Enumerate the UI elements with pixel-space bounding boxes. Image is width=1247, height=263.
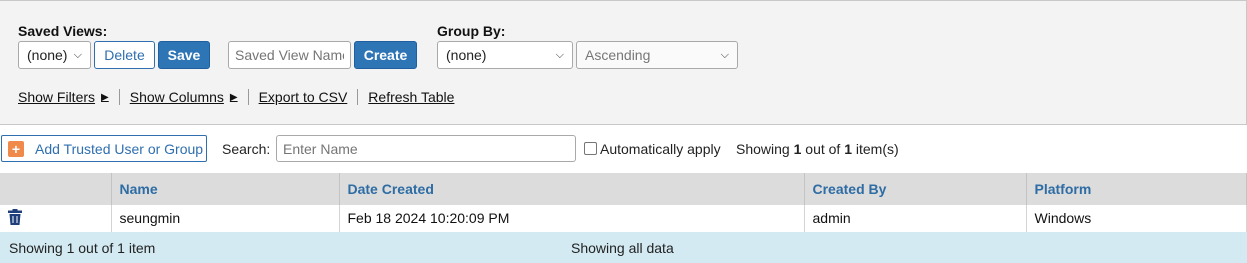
saved-view-name-input[interactable] — [228, 41, 351, 69]
group-by-label: Group By: — [437, 23, 506, 39]
saved-views-label: Saved Views: — [18, 23, 108, 39]
table-footer: Showing 1 out of 1 item Showing all data — [0, 232, 1247, 263]
column-header-platform[interactable]: Platform — [1026, 173, 1247, 205]
table-toolbar: + Add Trusted User or Group Search: Auto… — [0, 135, 1247, 163]
export-csv-link[interactable]: Export to CSV — [259, 89, 348, 105]
chevron-down-icon: ⌵ — [73, 48, 82, 61]
trusted-users-table: Name Date Created Created By Platform se… — [0, 173, 1247, 233]
cell-date-created: Feb 18 2024 10:20:09 PM — [339, 205, 805, 233]
divider — [357, 89, 359, 105]
table-row: seungmin Feb 18 2024 10:20:09 PM admin W… — [0, 205, 1247, 233]
search-input[interactable] — [276, 135, 576, 162]
cell-created-by: admin — [804, 205, 1027, 233]
item-count-mid: out of — [805, 141, 841, 157]
show-columns-link[interactable]: Show Columns ▶ — [130, 89, 238, 105]
divider — [118, 89, 120, 105]
table-actions: Show Filters ▶ Show Columns ▶ Export to … — [18, 88, 454, 106]
search-label: Search: — [222, 141, 271, 157]
sort-order-select-value: Ascending — [585, 47, 651, 63]
chevron-down-icon: ⌵ — [555, 48, 564, 61]
show-filters-link[interactable]: Show Filters ▶ — [18, 89, 109, 105]
cell-name: seungmin — [111, 205, 340, 233]
column-header-created-by[interactable]: Created By — [804, 173, 1027, 205]
show-columns-label: Show Columns — [129, 89, 224, 105]
item-count-prefix: Showing — [736, 141, 790, 157]
table-header-row: Name Date Created Created By Platform — [0, 173, 1247, 205]
saved-views-select-value: (none) — [27, 47, 68, 63]
plus-icon: + — [8, 140, 24, 157]
add-trusted-user-button[interactable]: + Add Trusted User or Group — [1, 135, 207, 162]
item-count-total: 1 — [844, 141, 852, 157]
saved-views-select[interactable]: (none) ⌵ — [18, 41, 91, 69]
refresh-table-link[interactable]: Refresh Table — [368, 89, 454, 105]
auto-apply-label: Automatically apply — [600, 141, 721, 157]
column-header-date-created[interactable]: Date Created — [339, 173, 805, 205]
trash-icon[interactable] — [8, 208, 22, 225]
sort-order-select[interactable]: Ascending ⌵ — [576, 41, 738, 69]
save-button[interactable]: Save — [158, 41, 210, 69]
group-by-select[interactable]: (none) ⌵ — [437, 41, 573, 69]
item-count: Showing 1 out of 1 item(s) — [736, 141, 899, 157]
caret-right-icon: ▶ — [101, 91, 109, 103]
add-trusted-user-label: Add Trusted User or Group — [35, 140, 204, 157]
column-header-name[interactable]: Name — [111, 173, 340, 205]
footer-data-status: Showing all data — [571, 240, 674, 256]
item-count-suffix: item(s) — [855, 141, 899, 157]
row-actions-cell — [0, 205, 112, 233]
caret-right-icon: ▶ — [229, 91, 238, 103]
divider — [247, 89, 249, 105]
item-count-shown: 1 — [793, 141, 802, 157]
auto-apply-checkbox[interactable] — [584, 142, 597, 155]
footer-item-count: Showing 1 out of 1 item — [9, 240, 156, 256]
view-settings-panel: Saved Views: (none) ⌵ Delete Save Create… — [0, 0, 1247, 125]
actions-column-header — [0, 173, 112, 205]
show-filters-label: Show Filters — [18, 89, 96, 105]
cell-platform: Windows — [1026, 205, 1247, 233]
group-by-select-value: (none) — [446, 47, 487, 63]
create-button[interactable]: Create — [354, 41, 417, 69]
delete-button[interactable]: Delete — [94, 41, 155, 69]
chevron-down-icon: ⌵ — [720, 48, 729, 61]
